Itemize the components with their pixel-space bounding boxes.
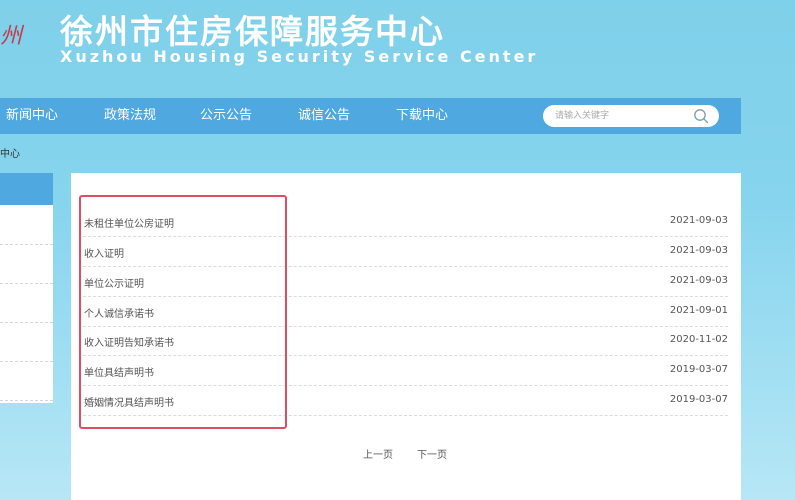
- sidebar-divider: [0, 283, 53, 285]
- list-item-title[interactable]: 婚姻情况具结声明书: [84, 394, 174, 409]
- list-item-date: 2021-09-01: [669, 305, 728, 316]
- list-item[interactable]: 单位具结声明书 2019-03-07: [83, 356, 728, 386]
- sidebar-divider: [0, 400, 53, 402]
- breadcrumb[interactable]: 中心: [0, 145, 20, 160]
- nav-item-downloads[interactable]: 下载中心: [396, 98, 448, 134]
- search-icon[interactable]: [693, 108, 709, 124]
- nav-item-news[interactable]: 新闻中心: [6, 98, 58, 134]
- list-item[interactable]: 未租住单位公房证明 2021-09-03: [83, 207, 728, 237]
- list-item-title[interactable]: 个人诚信承诺书: [84, 305, 154, 320]
- download-list-panel: 未租住单位公房证明 2021-09-03 收入证明 2021-09-03 单位公…: [71, 173, 741, 500]
- list-item-date: 2021-09-03: [669, 275, 728, 286]
- list-item[interactable]: 收入证明 2021-09-03: [83, 237, 728, 267]
- list-item-title[interactable]: 单位公示证明: [84, 275, 144, 290]
- list-item[interactable]: 婚姻情况具结声明书 2019-03-07: [83, 386, 728, 416]
- list-item-date: 2019-03-07: [669, 394, 728, 405]
- list-item[interactable]: 个人诚信承诺书 2021-09-01: [83, 297, 728, 327]
- list-item-title[interactable]: 未租住单位公房证明: [84, 215, 174, 230]
- next-page-link[interactable]: 下一页: [417, 446, 447, 461]
- site-logo[interactable]: 州: [0, 20, 28, 54]
- search-box: [543, 105, 719, 127]
- list-item-title[interactable]: 收入证明告知承诺书: [84, 334, 174, 349]
- site-header: 州 徐州市住房保障服务中心 Xuzhou Housing Security Se…: [0, 0, 795, 98]
- list-item-title[interactable]: 单位具结声明书: [84, 364, 154, 379]
- list-item-date: 2020-11-02: [669, 334, 728, 345]
- site-title: 徐州市住房保障服务中心: [60, 12, 445, 51]
- main-nav: 新闻中心 政策法规 公示公告 诚信公告 下载中心: [0, 98, 741, 134]
- prev-page-link[interactable]: 上一页: [363, 446, 393, 461]
- search-input[interactable]: [555, 107, 685, 125]
- list-item-date: 2021-09-03: [669, 245, 728, 256]
- list-item-date: 2021-09-03: [669, 215, 728, 226]
- list-item[interactable]: 收入证明告知承诺书 2020-11-02: [83, 326, 728, 356]
- list-item-title[interactable]: 收入证明: [84, 245, 124, 260]
- sidebar-divider: [0, 361, 53, 363]
- nav-item-notices[interactable]: 公示公告: [200, 98, 252, 134]
- sidebar-header: [0, 173, 53, 205]
- sidebar-divider: [0, 322, 53, 324]
- nav-item-policy[interactable]: 政策法规: [104, 98, 156, 134]
- nav-item-credit[interactable]: 诚信公告: [298, 98, 350, 134]
- sidebar-divider: [0, 244, 53, 246]
- list-item-date: 2019-03-07: [669, 364, 728, 375]
- site-subtitle: Xuzhou Housing Security Service Center: [60, 47, 539, 66]
- list-item[interactable]: 单位公示证明 2021-09-03: [83, 267, 728, 297]
- sidebar: [0, 173, 53, 403]
